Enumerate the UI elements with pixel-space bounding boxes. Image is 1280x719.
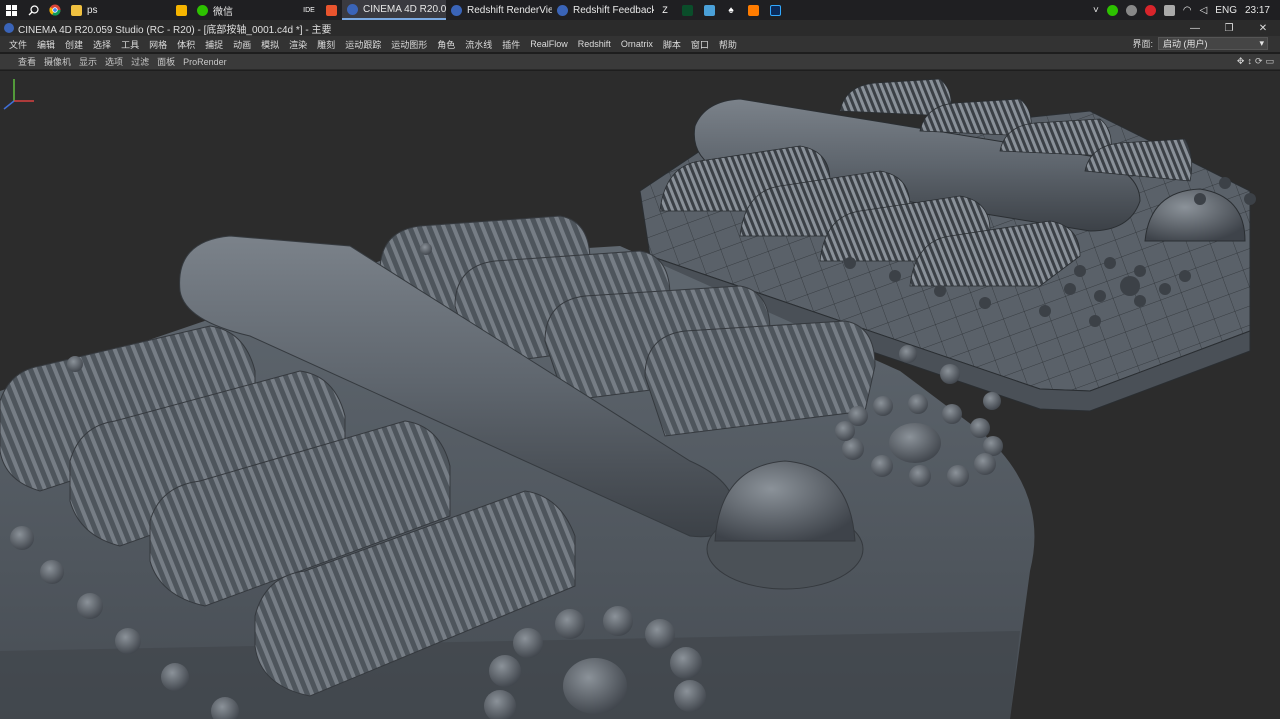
language-indicator[interactable]: ENG — [1215, 5, 1237, 16]
menu-item-2[interactable]: 创建 — [60, 38, 88, 51]
volume-icon[interactable]: ◁ — [1200, 5, 1208, 16]
chevron-down-icon: ▾ — [1259, 38, 1264, 48]
cinema4d-logo-icon — [4, 23, 14, 33]
menu-item-11[interactable]: 雕刻 — [312, 38, 340, 51]
viewport-menu-item-4[interactable]: 过滤 — [127, 55, 153, 68]
menu-item-12[interactable]: 运动跟踪 — [340, 38, 386, 51]
menu-item-3[interactable]: 选择 — [88, 38, 116, 51]
ide-icon[interactable]: IDE — [298, 0, 320, 20]
maximize-button[interactable]: ❐ — [1212, 20, 1246, 36]
menu-item-13[interactable]: 运动图形 — [386, 38, 432, 51]
search-icon[interactable] — [22, 0, 44, 20]
menu-item-22[interactable]: 帮助 — [714, 38, 742, 51]
app-title-bar: CINEMA 4D R20.059 Studio (RC - R20) - [底… — [0, 20, 1280, 36]
menu-item-15[interactable]: 流水线 — [460, 38, 497, 51]
clock[interactable]: 23:17 — [1245, 5, 1270, 16]
maximize-view-icon[interactable]: ▭ — [1265, 56, 1274, 67]
viewport-menu-item-1[interactable]: 摄像机 — [40, 55, 75, 68]
chrome-icon[interactable] — [44, 0, 66, 20]
viewport-menu-item-3[interactable]: 选项 — [101, 55, 127, 68]
menu-item-18[interactable]: Redshift — [573, 39, 616, 49]
menu-item-7[interactable]: 捕捉 — [200, 38, 228, 51]
menu-item-16[interactable]: 插件 — [497, 38, 525, 51]
ztool-icon[interactable]: Z — [654, 0, 676, 20]
menu-item-19[interactable]: Ornatrix — [616, 39, 658, 49]
viewport-menu-item-5[interactable]: 面板 — [153, 55, 179, 68]
windows-taskbar: ps 微信 IDE CINEMA 4D R20.05... Redshift R… — [0, 0, 1280, 20]
menu-item-14[interactable]: 角色 — [432, 38, 460, 51]
chevron-up-icon[interactable]: ˅ — [1093, 5, 1099, 16]
zoom-view-icon[interactable]: ↕ — [1247, 56, 1252, 67]
viewport-menu-item-0[interactable]: 查看 — [14, 55, 40, 68]
menu-item-4[interactable]: 工具 — [116, 38, 144, 51]
viewport-menu-item-2[interactable]: 显示 — [75, 55, 101, 68]
minimize-button[interactable]: — — [1178, 20, 1212, 36]
folder-icon — [71, 4, 82, 16]
windows-start-button[interactable] — [0, 0, 22, 20]
layout-selector: 界面: 启动 (用户) ▾ — [1132, 37, 1268, 50]
orange-app-icon[interactable] — [320, 0, 342, 20]
taskbar-item-redshift-renderview[interactable]: Redshift RenderView — [446, 0, 552, 20]
taskbar-item-ps-folder[interactable]: ps — [66, 0, 170, 20]
photoshop-icon[interactable] — [764, 0, 786, 20]
menu-item-21[interactable]: 窗口 — [686, 38, 714, 51]
layout-label: 界面: — [1132, 39, 1153, 49]
prelude-icon[interactable] — [676, 0, 698, 20]
wifi-icon[interactable]: ◠ — [1183, 5, 1192, 16]
tray-app-icon[interactable] — [1125, 4, 1137, 16]
close-button[interactable]: ✕ — [1246, 20, 1280, 36]
viewport-menu-item-6[interactable]: ProRender — [179, 57, 231, 67]
taskbar-item-redshift-feedback[interactable]: Redshift Feedback ... — [552, 0, 654, 20]
menu-item-17[interactable]: RealFlow — [525, 39, 573, 49]
axis-gizmo-icon — [3, 79, 34, 110]
network-icon[interactable] — [1163, 4, 1175, 16]
menu-item-8[interactable]: 动画 — [228, 38, 256, 51]
app-yellow-icon[interactable] — [170, 0, 192, 20]
system-tray: ˅ ◠ ◁ ENG 23:17 — [1093, 0, 1280, 20]
menu-item-0[interactable]: 文件 — [4, 38, 32, 51]
wechat-tray-icon[interactable] — [1106, 4, 1118, 16]
viewport-menu-bar: 查看 摄像机 显示 选项 过滤 面板 ProRender ✥ ↕ ⟳ ▭ — [0, 54, 1280, 70]
wechat-icon — [197, 4, 208, 16]
move-view-icon[interactable]: ✥ — [1237, 56, 1245, 67]
viewport-scene — [0, 78, 1256, 719]
menu-item-9[interactable]: 模拟 — [256, 38, 284, 51]
app-3-icon[interactable] — [698, 0, 720, 20]
menu-item-20[interactable]: 脚本 — [658, 38, 686, 51]
cinema4d-icon — [347, 3, 358, 15]
taskbar-item-cinema4d[interactable]: CINEMA 4D R20.05... — [342, 0, 446, 20]
cinema4d-icon — [451, 4, 462, 16]
window-title: CINEMA 4D R20.059 Studio (RC - R20) - [底… — [18, 24, 332, 36]
menu-item-5[interactable]: 网格 — [144, 38, 172, 51]
taskbar-item-wechat[interactable]: 微信 — [192, 0, 298, 20]
menu-item-1[interactable]: 编辑 — [32, 38, 60, 51]
windows-logo-icon — [5, 4, 17, 16]
person-app-icon[interactable]: ♠ — [720, 0, 742, 20]
layout-dropdown[interactable]: 启动 (用户) ▾ — [1158, 37, 1268, 50]
menu-item-6[interactable]: 体积 — [172, 38, 200, 51]
tray-red-app-icon[interactable] — [1144, 4, 1156, 16]
3d-viewport[interactable] — [0, 71, 1280, 719]
rotate-view-icon[interactable]: ⟳ — [1255, 56, 1263, 67]
viewport-nav-controls: ✥ ↕ ⟳ ▭ — [1237, 56, 1274, 67]
illustrator-icon[interactable] — [742, 0, 764, 20]
cinema4d-icon — [557, 4, 568, 16]
menu-item-10[interactable]: 渲染 — [284, 38, 312, 51]
main-menu-bar: 文件 编辑 创建 选择 工具 网格 体积 捕捉 动画 模拟 渲染 雕刻 运动跟踪 运动图形 角色 流水线 插件 R… — [0, 36, 1280, 52]
